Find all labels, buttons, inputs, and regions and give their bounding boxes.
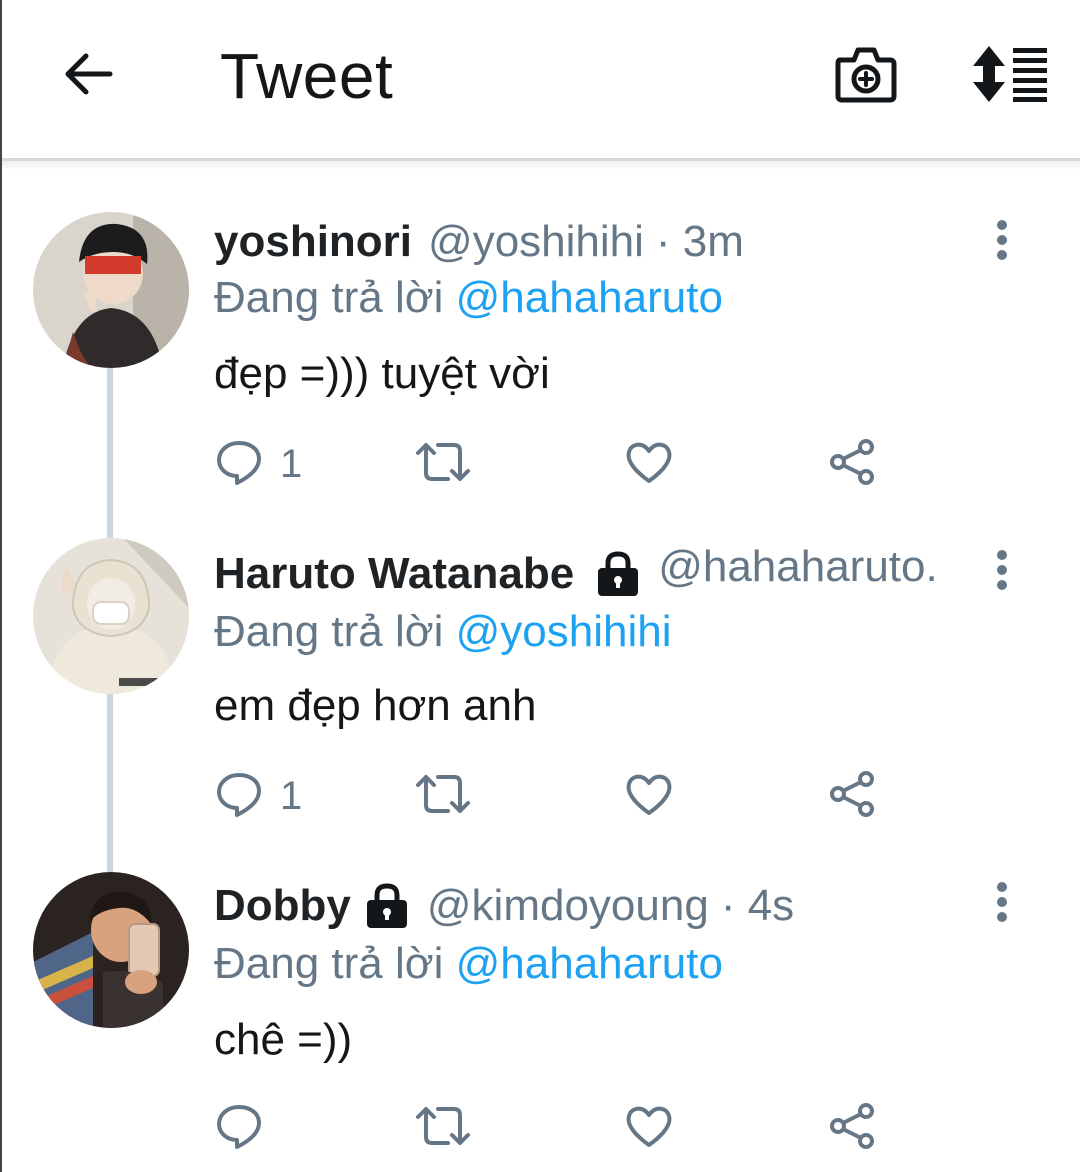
camera-button[interactable]: [828, 40, 904, 112]
retweet-icon: [414, 769, 472, 824]
replying-to: Đang trả lời @yoshihihi: [214, 604, 672, 660]
reply-mention-link[interactable]: @hahaharuto: [456, 273, 723, 322]
replying-to-label: Đang trả lời: [214, 273, 444, 322]
camera-plus-icon: [834, 44, 898, 109]
reply-icon: [214, 437, 264, 492]
reply-count: 1: [280, 442, 303, 486]
heart-icon: [624, 1101, 674, 1156]
page-title: Tweet: [220, 40, 394, 112]
reply-icon: [214, 1101, 264, 1156]
share-icon: [828, 1101, 878, 1156]
more-vertical-icon: [996, 549, 1008, 595]
share-button[interactable]: [828, 1098, 878, 1158]
replying-to: Đang trả lời @hahaharuto: [214, 270, 723, 326]
retweet-button[interactable]: [414, 1098, 472, 1158]
sort-list-icon: [973, 44, 1049, 109]
heart-icon: [624, 437, 674, 492]
reply-icon: [214, 769, 264, 824]
reply-count: 1: [280, 774, 303, 818]
user-handle[interactable]: @hahaharuto.: [658, 539, 938, 609]
avatar[interactable]: [33, 538, 189, 694]
like-button[interactable]: [624, 1098, 674, 1158]
thread-connector: [107, 368, 113, 538]
share-icon: [828, 437, 878, 492]
retweet-icon: [414, 1101, 472, 1156]
share-button[interactable]: [828, 766, 878, 826]
tweet-header: yoshinori @yoshihihi · 3m: [214, 214, 744, 270]
tweet-actions: 1: [214, 434, 914, 494]
display-name[interactable]: Haruto Watanabe: [214, 546, 574, 602]
user-handle[interactable]: @yoshihihi: [428, 214, 644, 270]
arrow-left-icon: [60, 46, 116, 107]
tweet-actions: [214, 1098, 914, 1158]
timestamp: · 3m: [655, 217, 744, 266]
heart-icon: [624, 769, 674, 824]
replying-to-label: Đang trả lời: [214, 939, 444, 988]
lock-icon: [363, 882, 411, 930]
reply-button[interactable]: 1: [214, 766, 302, 826]
sort-button[interactable]: [968, 40, 1054, 112]
tweet-text: đẹp =))) tuyệt vời: [214, 349, 550, 398]
header-divider: [2, 158, 1080, 170]
user-handle[interactable]: @kimdoyoung: [427, 878, 709, 934]
reply-mention-link[interactable]: @yoshihihi: [456, 607, 672, 656]
more-vertical-icon: [996, 219, 1008, 265]
back-button[interactable]: [50, 38, 126, 114]
retweet-button[interactable]: [414, 766, 472, 826]
retweet-button[interactable]: [414, 434, 472, 494]
more-options-button[interactable]: [982, 214, 1022, 270]
avatar[interactable]: [33, 872, 189, 1028]
like-button[interactable]: [624, 434, 674, 494]
reply-button[interactable]: [214, 1098, 264, 1158]
more-options-button[interactable]: [982, 876, 1022, 932]
top-app-bar: Tweet: [2, 0, 1080, 158]
thread-connector: [107, 694, 113, 872]
more-options-button[interactable]: [982, 544, 1022, 600]
share-button[interactable]: [828, 434, 878, 494]
like-button[interactable]: [624, 766, 674, 826]
display-name[interactable]: Dobby: [214, 878, 351, 934]
reply-mention-link[interactable]: @hahaharuto: [456, 939, 723, 988]
replying-to: Đang trả lời @hahaharuto: [214, 936, 723, 992]
tweet-header: Dobby @kimdoyoung · 4s: [214, 878, 794, 934]
tweet-header: Haruto Watanabe @hahaharuto.: [214, 542, 938, 602]
tweet-actions: 1: [214, 766, 914, 826]
replying-to-label: Đang trả lời: [214, 607, 444, 656]
app-screen: Tweet yoshinori @yoshihihi · 3m Đang trả…: [0, 0, 1080, 1172]
lock-icon: [594, 550, 642, 598]
tweet-text: em đẹp hơn anh: [214, 681, 537, 730]
tweet-text: chê =)): [214, 1015, 353, 1064]
reply-button[interactable]: 1: [214, 434, 302, 494]
retweet-icon: [414, 437, 472, 492]
more-vertical-icon: [996, 881, 1008, 927]
share-icon: [828, 769, 878, 824]
timestamp: · 4s: [720, 881, 795, 930]
avatar[interactable]: [33, 212, 189, 368]
display-name[interactable]: yoshinori: [214, 214, 412, 270]
